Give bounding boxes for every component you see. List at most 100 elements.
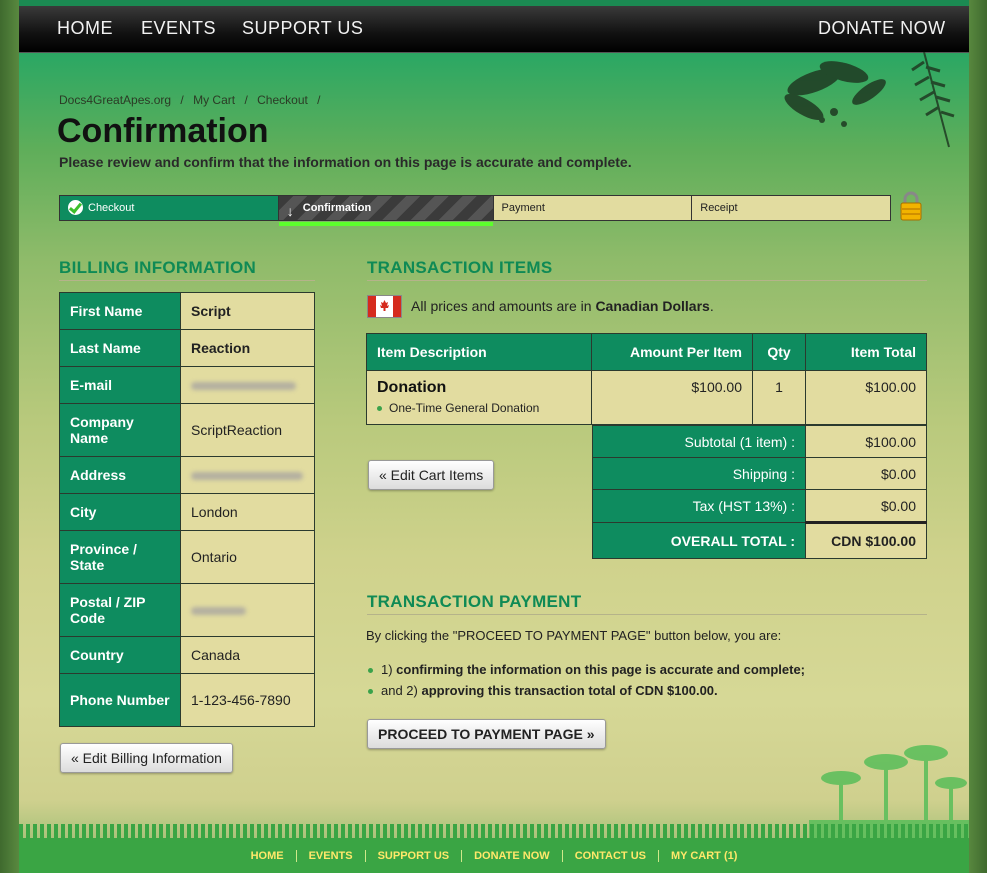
proceed-to-payment-button[interactable]: PROCEED TO PAYMENT PAGE » — [367, 719, 606, 749]
billing-value-redacted — [180, 366, 315, 404]
item-detail: One-Time General Donation — [377, 401, 581, 415]
breadcrumb-site[interactable]: Docs4GreatApes.org — [59, 93, 171, 107]
redacted-text — [191, 607, 246, 616]
page-title: Confirmation — [57, 112, 269, 150]
page-frame: HOME EVENTS SUPPORT US DONATE NOW Docs4G… — [19, 0, 969, 873]
footer: HOME EVENTS SUPPORT US DONATE NOW CONTACT US… — [19, 824, 969, 873]
tax-value: $0.00 — [805, 489, 927, 523]
overall-total-value: CDN $100.00 — [805, 521, 927, 559]
transaction-payment-heading: TRANSACTION PAYMENT — [367, 592, 582, 611]
breadcrumb-my-cart[interactable]: My Cart — [193, 93, 235, 107]
step-payment: Payment — [493, 196, 693, 220]
bullet-text: approving this transaction total of CDN … — [421, 683, 718, 698]
step-label: Receipt — [700, 202, 738, 214]
billing-value-redacted — [180, 456, 315, 494]
step-label: Confirmation — [302, 202, 372, 214]
billing-table: First Name Script Last Name Reaction E-m… — [59, 292, 315, 727]
overall-total-row: OVERALL TOTAL : CDN $100.00 — [592, 521, 927, 559]
nav-support-us[interactable]: SUPPORT US — [242, 18, 363, 39]
step-checkout: Checkout — [60, 196, 279, 220]
billing-label: Phone Number — [59, 673, 181, 727]
canada-flag-icon — [367, 295, 402, 318]
step-label: Payment — [501, 202, 545, 214]
subtotal-value: $100.00 — [805, 425, 927, 458]
billing-label: E-mail — [59, 366, 181, 404]
billing-value: London — [180, 493, 315, 531]
item-total: $100.00 — [805, 370, 927, 425]
billing-label: City — [59, 493, 181, 531]
footer-link-contact-us[interactable]: CONTACT US — [562, 850, 659, 862]
billing-heading: BILLING INFORMATION — [59, 258, 257, 277]
bullet-icon — [368, 668, 373, 674]
column-header: Qty — [752, 333, 806, 371]
billing-row: Address — [59, 456, 315, 494]
item-qty: 1 — [752, 370, 806, 425]
bullet-text: confirming the information on this page … — [396, 662, 806, 677]
shipping-row: Shipping : $0.00 — [592, 457, 927, 490]
step-confirmation: ↓ Confirmation — [278, 196, 494, 226]
billing-label: Last Name — [59, 329, 181, 367]
billing-label: Postal / ZIP Code — [59, 583, 181, 637]
tax-row: Tax (HST 13%) : $0.00 — [592, 489, 927, 523]
column-header: Item Total — [805, 333, 927, 371]
shipping-value: $0.00 — [805, 457, 927, 490]
table-row: Donation One-Time General Donation $100.… — [366, 370, 927, 425]
breadcrumb-separator: / — [317, 93, 321, 107]
arrow-down-icon: ↓ — [286, 203, 294, 219]
payment-intro: By clicking the "PROCEED TO PAYMENT PAGE… — [366, 628, 782, 643]
table-header-row: Item Description Amount Per Item Qty Ite… — [366, 333, 927, 371]
step-receipt: Receipt — [692, 196, 890, 220]
billing-label: Address — [59, 456, 181, 494]
footer-link-home[interactable]: HOME — [238, 850, 297, 862]
shipping-label: Shipping : — [592, 457, 806, 490]
billing-row: City London — [59, 493, 315, 531]
totals-table: Subtotal (1 item) : $100.00 Shipping : $… — [592, 425, 927, 559]
footer-link-support-us[interactable]: SUPPORT US — [365, 850, 463, 862]
checkmark-icon — [68, 200, 83, 215]
transaction-items-table: Item Description Amount Per Item Qty Ite… — [366, 333, 927, 425]
billing-value: Script — [180, 292, 315, 330]
page-subtitle: Please review and confirm that the infor… — [59, 154, 632, 170]
breadcrumb-separator: / — [180, 93, 184, 107]
subtotal-label: Subtotal (1 item) : — [592, 425, 806, 458]
breadcrumb-checkout[interactable]: Checkout — [257, 93, 308, 107]
jungle-leaves-decoration — [784, 52, 955, 148]
billing-row: Postal / ZIP Code — [59, 583, 315, 637]
redacted-text — [191, 382, 296, 391]
top-navigation: HOME EVENTS SUPPORT US DONATE NOW — [19, 6, 969, 53]
column-header: Item Description — [366, 333, 592, 371]
footer-links: HOME EVENTS SUPPORT US DONATE NOW CONTACT US… — [19, 850, 969, 862]
edit-billing-button[interactable]: « Edit Billing Information — [60, 743, 233, 773]
item-detail-text: One-Time General Donation — [389, 401, 540, 415]
breadcrumb-separator: / — [244, 93, 248, 107]
transaction-items-heading: TRANSACTION ITEMS — [367, 258, 553, 277]
billing-row: First Name Script — [59, 292, 315, 330]
nav-donate-now[interactable]: DONATE NOW — [818, 18, 946, 39]
column-header: Amount Per Item — [591, 333, 753, 371]
step-label: Checkout — [88, 202, 135, 214]
billing-label: Company Name — [59, 403, 181, 457]
footer-link-my-cart[interactable]: MY CART (1) — [659, 850, 749, 862]
billing-value: Reaction — [180, 329, 315, 367]
subtotal-row: Subtotal (1 item) : $100.00 — [592, 425, 927, 458]
footer-link-donate-now[interactable]: DONATE NOW — [462, 850, 563, 862]
divider — [59, 280, 315, 281]
payment-bullet: and 2) approving this transaction total … — [368, 683, 718, 698]
nav-home[interactable]: HOME — [57, 18, 113, 39]
billing-value: ScriptReaction — [180, 403, 315, 457]
footer-link-events[interactable]: EVENTS — [296, 850, 366, 862]
item-amount: $100.00 — [591, 370, 753, 425]
bullet-prefix: 1) — [381, 662, 397, 677]
divider — [367, 614, 927, 615]
billing-value-redacted — [180, 583, 315, 637]
billing-value: Canada — [180, 636, 315, 674]
item-description-cell: Donation One-Time General Donation — [366, 370, 592, 425]
edit-cart-items-button[interactable]: « Edit Cart Items — [368, 460, 495, 490]
nav-events[interactable]: EVENTS — [141, 18, 216, 39]
bullet-prefix: and 2) — [381, 683, 422, 698]
billing-row: Province / State Ontario — [59, 530, 315, 584]
billing-row: Phone Number 1-123-456-7890 — [59, 673, 315, 727]
item-name: Donation — [377, 379, 447, 396]
billing-row: E-mail — [59, 366, 315, 404]
billing-label: Country — [59, 636, 181, 674]
